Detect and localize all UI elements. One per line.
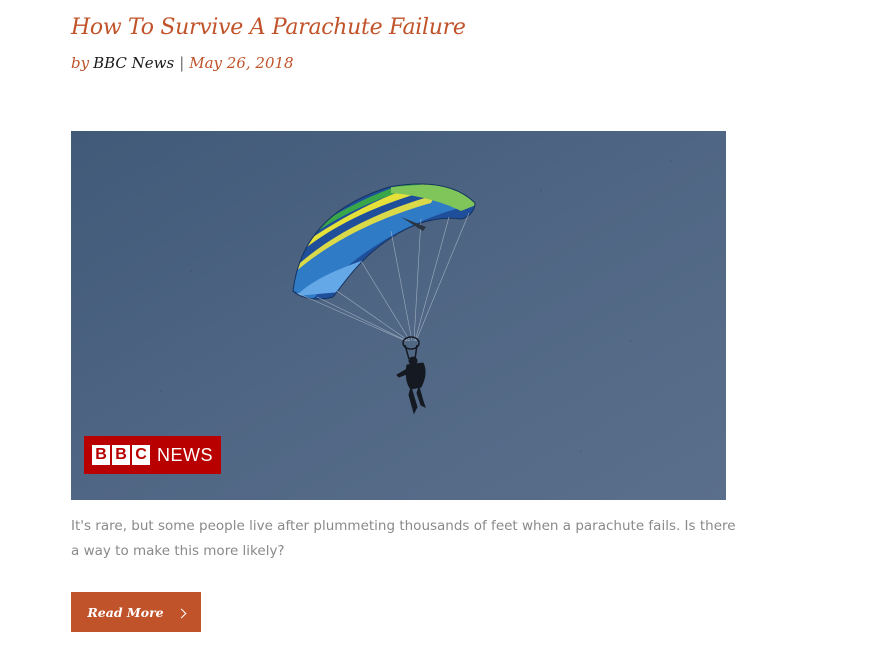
bbc-news-logo: B B C NEWS [84, 436, 221, 474]
post-date: May 26, 2018 [189, 54, 294, 72]
read-more-label: Read More [87, 604, 164, 620]
bbc-letter: C [132, 445, 150, 465]
featured-image[interactable]: B B C NEWS [71, 131, 726, 500]
chevron-right-icon [176, 608, 187, 618]
bbc-news-word: NEWS [157, 445, 213, 465]
post-meta: by BBC News | May 26, 2018 [71, 52, 294, 74]
post-title[interactable]: How To Survive A Parachute Failure [71, 12, 466, 44]
post-excerpt: It's rare, but some people live after pl… [71, 518, 736, 559]
bbc-letter: B [92, 445, 110, 465]
author-link[interactable]: BBC News [93, 54, 174, 72]
read-more-button[interactable]: Read More [71, 592, 201, 632]
bbc-letter: B [112, 445, 130, 465]
meta-separator: | [179, 54, 185, 72]
by-label: by [71, 54, 90, 72]
blog-post: How To Survive A Parachute Failure by BBC… [0, 0, 889, 657]
